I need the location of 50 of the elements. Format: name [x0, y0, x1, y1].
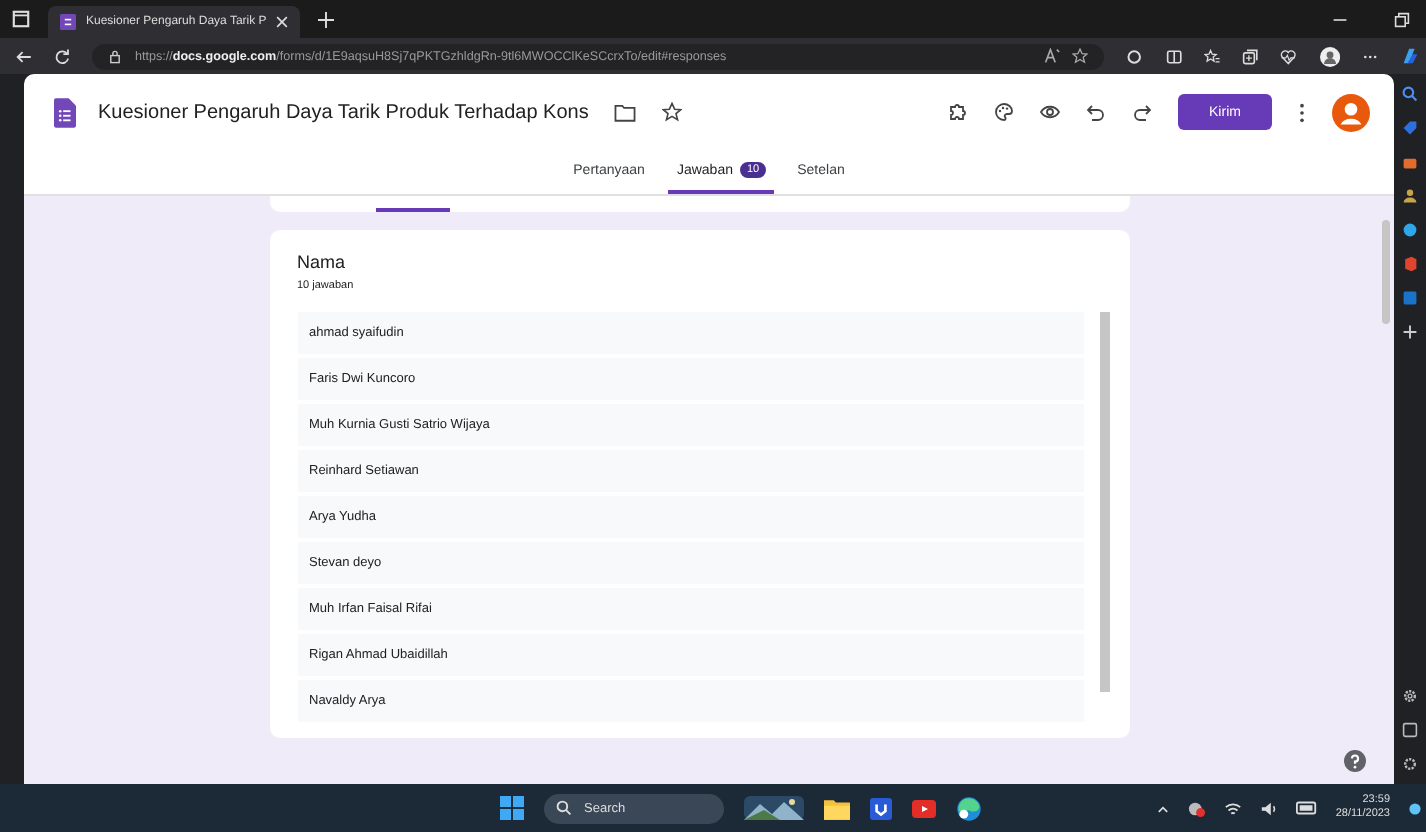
- speaker-icon[interactable]: [1259, 799, 1278, 817]
- edge-icon[interactable]: [956, 795, 982, 821]
- favorites-icon[interactable]: [1203, 47, 1221, 65]
- star-icon[interactable]: [662, 102, 683, 122]
- heart-rate-icon[interactable]: [1280, 47, 1298, 65]
- eye-icon[interactable]: [1040, 102, 1060, 122]
- more-icon[interactable]: [1298, 101, 1306, 123]
- form-title: Kuesioner Pengaruh Daya Tarik Produk Terhadap Kons: [98, 101, 589, 123]
- app-icon[interactable]: [870, 797, 892, 819]
- scrollbar-thumb[interactable]: [1099, 312, 1109, 692]
- video-play-icon[interactable]: [912, 799, 936, 817]
- search-icon: [556, 800, 572, 816]
- forms-logo-icon[interactable]: [54, 97, 76, 127]
- new-tab-icon[interactable]: [318, 11, 335, 27]
- shopping-tag-icon[interactable]: [1402, 120, 1418, 136]
- refresh-icon[interactable]: [54, 47, 71, 65]
- scrollbar-thumb[interactable]: [1382, 220, 1390, 324]
- folder-icon[interactable]: [614, 103, 637, 121]
- notification-icon[interactable]: [1408, 799, 1422, 817]
- palette-icon[interactable]: [994, 102, 1014, 122]
- read-aloud-icon[interactable]: [1044, 48, 1061, 64]
- help-icon[interactable]: [1344, 750, 1366, 772]
- redo-icon[interactable]: [1132, 102, 1152, 122]
- settings-icon[interactable]: [1402, 756, 1418, 772]
- person-icon[interactable]: [1402, 188, 1418, 204]
- antivirus-icon[interactable]: [1187, 799, 1206, 817]
- close-icon[interactable]: [276, 16, 289, 28]
- collections-icon[interactable]: [1242, 47, 1259, 65]
- restore-icon[interactable]: [1394, 11, 1410, 27]
- battery-icon[interactable]: [1295, 800, 1318, 816]
- puzzle-icon[interactable]: [948, 102, 968, 122]
- panel-icon[interactable]: [1402, 722, 1418, 738]
- windows-start-icon[interactable]: [500, 796, 524, 820]
- profile-icon[interactable]: [1319, 45, 1340, 67]
- tab-actions-icon[interactable]: [12, 10, 30, 28]
- copilot-icon[interactable]: [1399, 46, 1418, 66]
- avatar-icon[interactable]: [1332, 93, 1370, 131]
- search-icon[interactable]: [1402, 86, 1418, 102]
- settings-icon[interactable]: [1402, 688, 1418, 704]
- star-icon[interactable]: [1072, 48, 1089, 64]
- wifi-icon[interactable]: [1223, 799, 1242, 817]
- back-icon[interactable]: [16, 47, 33, 65]
- lock-icon: [108, 49, 123, 63]
- add-icon[interactable]: [1402, 324, 1418, 340]
- undo-icon[interactable]: [1086, 102, 1106, 122]
- question-title: Nama: [297, 252, 348, 272]
- chevron-up-icon[interactable]: [1155, 801, 1170, 815]
- forms-icon: [60, 14, 76, 30]
- folder-icon[interactable]: [824, 797, 850, 819]
- split-screen-icon[interactable]: [1165, 47, 1182, 65]
